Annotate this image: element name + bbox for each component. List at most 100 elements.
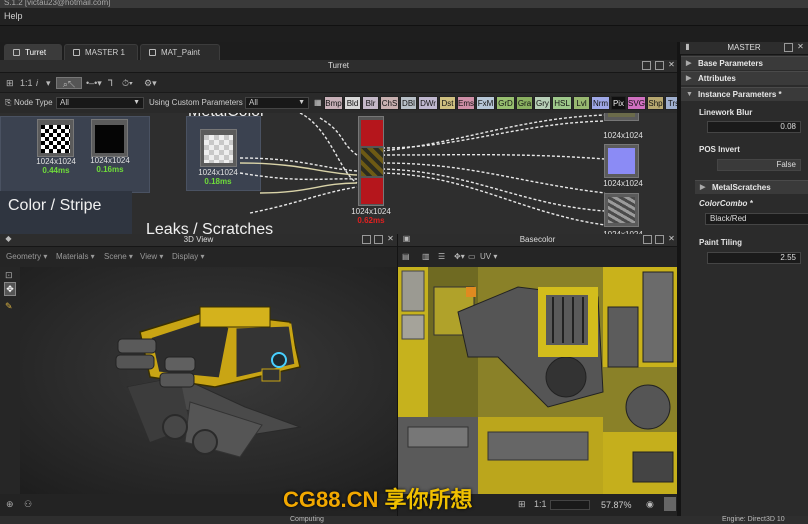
tab-turret[interactable]: Turret	[4, 44, 62, 60]
close-icon[interactable]: ✕	[796, 43, 805, 52]
display-icon[interactable]: ▭	[468, 252, 476, 261]
pin-icon[interactable]	[784, 43, 793, 52]
maximize-icon[interactable]	[655, 235, 664, 244]
color-combo-select[interactable]: Black/Red	[705, 213, 808, 225]
menu-scene[interactable]: Scene ▾	[104, 252, 133, 261]
zoom-ratio[interactable]: 1:1	[534, 499, 547, 509]
maximize-icon[interactable]	[374, 235, 383, 244]
node-chip-grd[interactable]: GrD	[496, 96, 515, 110]
node-chip-pix[interactable]: Pix	[611, 96, 626, 110]
channel-icon[interactable]: ☰	[438, 252, 445, 261]
timer-icon[interactable]: ⏱▾	[122, 77, 133, 89]
chevron-right-icon: ▶	[686, 60, 692, 67]
section-label: Attributes	[698, 74, 736, 83]
node-chip-hsl[interactable]: HSL	[552, 96, 572, 110]
gear-icon[interactable]: ⚙▾	[144, 77, 157, 89]
basecolor-texture[interactable]	[398, 267, 677, 494]
paint-tiling-label: Paint Tiling	[699, 238, 742, 247]
node-chip-dst[interactable]: Dst	[439, 96, 456, 110]
section-base-parameters[interactable]: ▶ Base Parameters	[681, 56, 808, 70]
pos-invert-toggle[interactable]: False	[717, 159, 801, 171]
menu-label: View	[140, 252, 158, 261]
view3d-viewport[interactable]	[0, 267, 397, 494]
graph-node[interactable]	[200, 129, 237, 167]
node-chip-nrm[interactable]: Nrm	[591, 96, 610, 110]
node-chip-lvl[interactable]: Lvl	[573, 96, 590, 110]
section-instance-parameters[interactable]: ▼ Instance Parameters *	[681, 87, 808, 101]
node-chip-gry[interactable]: Gry	[534, 96, 551, 110]
chevron-down-icon[interactable]: ▾	[46, 77, 51, 89]
node-chip-shp[interactable]: Shp	[647, 96, 664, 110]
info-icon[interactable]: i	[36, 77, 38, 89]
node-thumbnail	[95, 125, 124, 153]
maximize-icon[interactable]	[655, 61, 664, 70]
params-icon: ▮	[685, 42, 690, 51]
paint-tiling-slider[interactable]: 2.55	[707, 252, 801, 264]
node-chip-gra[interactable]: Gra	[516, 96, 533, 110]
output-node[interactable]	[604, 113, 639, 121]
blend-node[interactable]	[358, 116, 384, 206]
section-label: Instance Parameters *	[698, 90, 782, 99]
pin-icon[interactable]	[362, 235, 371, 244]
node-chip-dbl[interactable]: DBl	[400, 96, 417, 110]
close-icon[interactable]: ✕	[667, 61, 676, 70]
menu-label: Materials	[56, 252, 89, 261]
close-icon[interactable]: ✕	[386, 235, 395, 244]
node-chip-ems[interactable]: Ems	[457, 96, 475, 110]
export-icon[interactable]: ▤	[402, 252, 410, 261]
node-size: 1024x1024	[90, 156, 130, 165]
custom-params-select[interactable]: All ▼	[245, 97, 309, 109]
menu-view[interactable]: View ▾	[140, 252, 163, 261]
pin-icon[interactable]	[643, 235, 652, 244]
menu-materials[interactable]: Materials ▾	[56, 252, 95, 261]
connect-icon[interactable]: •–•▾	[86, 77, 102, 89]
tab-mat-paint[interactable]: MAT_Paint	[140, 44, 220, 60]
fit-icon[interactable]: ⊞	[6, 77, 14, 89]
node-chip-bmp[interactable]: Bmp	[324, 96, 343, 110]
fit-icon[interactable]: ⊞	[518, 499, 526, 510]
graph-node[interactable]	[37, 119, 74, 157]
zoom-ratio[interactable]: 1:1	[20, 77, 33, 89]
zoom-slider[interactable]	[550, 500, 590, 510]
section-metal-scratches[interactable]: ▶ MetalScratches	[695, 180, 808, 194]
graph-node[interactable]	[91, 119, 128, 157]
output-node[interactable]	[604, 144, 639, 178]
light-icon[interactable]: ✎	[5, 301, 13, 312]
node-chip-chs[interactable]: ChS	[380, 96, 399, 110]
graph-canvas[interactable]: MetalColor Color / Stripe Leaks / Scratc…	[0, 113, 677, 234]
graph-panel-title: Turret	[327, 61, 350, 70]
pin-icon[interactable]	[642, 61, 651, 70]
camera-icon[interactable]: ⊡	[5, 270, 13, 281]
select-tool-icon[interactable]: ⌕↖	[56, 77, 82, 89]
node-chip-bld[interactable]: Bld	[344, 96, 361, 110]
move-icon[interactable]: ✥▾	[454, 252, 465, 261]
node-type-select[interactable]: All ▼	[56, 97, 144, 109]
close-icon[interactable]: ✕	[667, 235, 676, 244]
link-icon[interactable]: ⚇	[24, 499, 32, 510]
node-thumbnail	[361, 120, 383, 146]
library-icon: ▦	[314, 98, 322, 107]
menu-geometry[interactable]: Geometry ▾	[6, 252, 47, 261]
texture-image	[398, 267, 677, 494]
output-node[interactable]	[604, 193, 639, 227]
section-attributes[interactable]: ▶ Attributes	[681, 71, 808, 85]
reset-icon[interactable]: ◉	[646, 499, 654, 510]
node-thumbnail	[608, 113, 635, 117]
tab-master-1[interactable]: MASTER 1	[64, 44, 138, 60]
save-icon[interactable]: ▥	[422, 252, 430, 261]
rotate-tool-icon[interactable]: ✥	[4, 282, 16, 296]
graph-icon	[73, 49, 80, 56]
menu-display[interactable]: Display ▾	[172, 252, 204, 261]
view3d-menu: Geometry ▾ Materials ▾ Scene ▾ View ▾ Di…	[0, 247, 397, 267]
node-chip-blr[interactable]: Blr	[362, 96, 379, 110]
linework-blur-slider[interactable]: 0.08	[707, 121, 801, 133]
snapshot-icon[interactable]: ⊕	[6, 499, 14, 510]
chevron-right-icon: ▶	[686, 75, 692, 82]
node-chip-fxm[interactable]: FxM	[476, 96, 495, 110]
uv-dropdown[interactable]: UV ▾	[480, 252, 497, 261]
fullscreen-icon[interactable]	[664, 497, 676, 511]
align-icon[interactable]: ⅂	[108, 77, 113, 89]
node-chip-svg[interactable]: SVG	[627, 96, 646, 110]
node-chip-dwr[interactable]: DWr	[418, 96, 438, 110]
menu-help[interactable]: Help	[0, 8, 27, 24]
